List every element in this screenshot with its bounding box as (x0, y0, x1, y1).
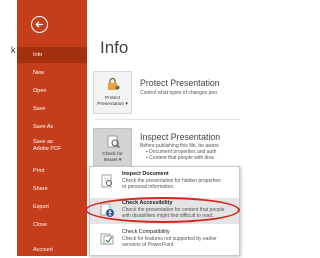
nav-item-share[interactable]: Share (17, 181, 87, 197)
nav-item-new[interactable]: New (17, 65, 87, 81)
page-title: Info (100, 38, 129, 57)
protect-section-desc: Control what types of changes peo (140, 90, 217, 96)
check-for-issues-button[interactable]: Check for Issues ▾ (93, 128, 132, 171)
menu-item-check-compatibility[interactable]: Check Compatibility Check for features n… (90, 227, 239, 253)
menu-item-inspect-document[interactable]: Inspect Document Check the presentation … (90, 169, 239, 195)
accessibility-icon (100, 203, 114, 217)
divider (95, 119, 240, 120)
nav-item-close[interactable]: Close (17, 217, 87, 233)
menu-item-check-accessibility[interactable]: Check Accessibility Check the presentati… (90, 198, 239, 224)
lock-key-icon (108, 77, 120, 90)
back-arrow-icon (35, 21, 43, 28)
backstage-nav: Info New Open Save Save As Save as Adobe… (17, 0, 87, 256)
background-text-fragment: k (11, 45, 16, 55)
inspect-section-title: Inspect Presentation (140, 132, 221, 142)
inspect-bullet-2: ▪ Content that people with disa (146, 155, 214, 161)
menu-item-title: Check Compatibility (122, 229, 170, 235)
compatibility-icon (100, 233, 114, 245)
nav-item-print[interactable]: Print (17, 163, 87, 179)
nav-item-open[interactable]: Open (17, 83, 87, 99)
protect-section-title: Protect Presentation (140, 78, 220, 88)
nav-item-save[interactable]: Save (17, 101, 87, 117)
inspect-document-icon (101, 174, 112, 188)
check-for-issues-menu: Inspect Document Check the presentation … (89, 166, 240, 256)
check-for-issues-label-2: Issues ▾ (103, 158, 122, 163)
menu-item-desc-2: or personal information. (122, 184, 175, 190)
nav-item-info[interactable]: Info (17, 47, 87, 63)
menu-item-desc-2: with disabilities might find difficult t… (122, 213, 214, 219)
nav-item-export[interactable]: Export (17, 199, 87, 215)
inspect-document-icon (107, 135, 120, 148)
background-window: k (0, 0, 17, 256)
nav-item-save-as[interactable]: Save As (17, 119, 87, 135)
menu-item-desc-2: versions of PowerPoint. (122, 242, 175, 248)
back-button[interactable] (31, 16, 48, 33)
protect-tile-label-2: Presentation ▾ (97, 102, 128, 107)
inspect-bullet-2-text: Content that people with disa (149, 155, 214, 161)
menu-item-title: Inspect Document (122, 171, 169, 177)
nav-item-save-as-adobe-pdf[interactable]: Save as Adobe PDF (17, 137, 87, 159)
protect-presentation-button[interactable]: Protect Presentation ▾ (93, 71, 132, 114)
menu-item-title: Check Accessibility (122, 200, 173, 206)
